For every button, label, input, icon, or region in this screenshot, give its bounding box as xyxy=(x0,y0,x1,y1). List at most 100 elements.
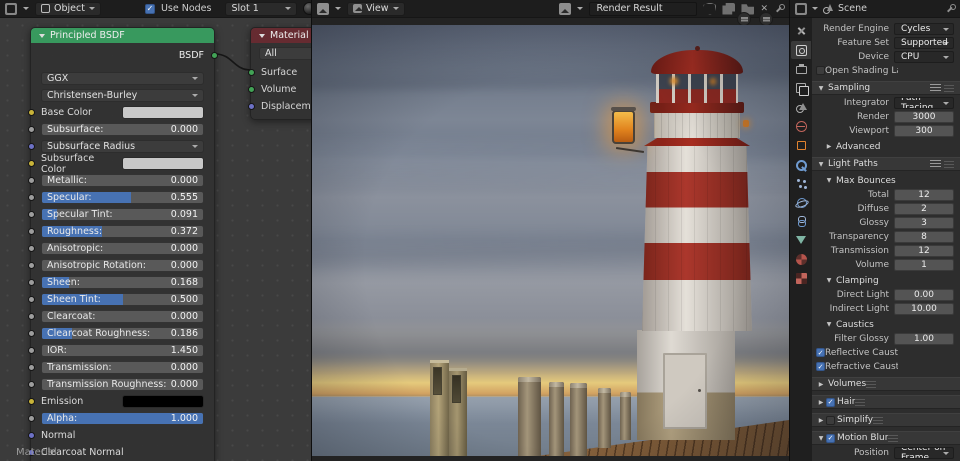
properties-row[interactable]: Open Shading Language Open Shading Langu… xyxy=(812,64,960,77)
image-datablock-icon[interactable] xyxy=(559,2,572,15)
node-input-row[interactable]: Surface xyxy=(247,66,311,79)
property-field[interactable]: Path Tracing xyxy=(894,96,954,109)
principled-bsdf-node[interactable]: Principled BSDF BSDF GGX Christensen-Bur… xyxy=(27,27,218,461)
property-field[interactable]: Supported xyxy=(894,36,954,49)
node-input-row[interactable]: Clearcoat Roughness: 0.186 Clearcoat Rou… xyxy=(27,327,204,340)
use-nodes-checkbox[interactable] xyxy=(144,3,155,14)
drag-grip-icon[interactable] xyxy=(855,398,866,406)
node-socket[interactable] xyxy=(247,69,255,76)
overlay-button[interactable] xyxy=(759,12,773,26)
properties-row[interactable]: Direct Light Direct Light 0.00 xyxy=(812,288,960,301)
node-input-row[interactable]: Roughness: 0.372 Roughness: Roughness: xyxy=(27,225,204,238)
properties-row[interactable]: Render Render 3000 xyxy=(812,110,960,123)
properties-row[interactable]: Transmission Transmission 12 xyxy=(812,244,960,257)
section-arrow-icon[interactable]: ▼ xyxy=(816,435,826,442)
property-field[interactable]: 2 xyxy=(894,202,954,215)
node-slider-field[interactable]: IOR: 1.450 xyxy=(41,344,204,357)
node-input-row[interactable]: Volume xyxy=(247,83,311,96)
node-socket[interactable] xyxy=(247,86,255,93)
node-input-row[interactable]: Specular: 0.555 Specular: Specular: xyxy=(27,191,204,204)
node-input-row[interactable]: Clearcoat Normal Clearcoat Normal Clearc… xyxy=(27,446,204,459)
property-field[interactable]: 3 xyxy=(894,216,954,229)
node-socket[interactable] xyxy=(27,296,35,303)
property-field[interactable]: 10.00 xyxy=(894,302,954,315)
node-socket[interactable] xyxy=(27,211,35,218)
properties-row[interactable]: ▶ Hair Hair xyxy=(812,395,960,409)
node-dropdown[interactable]: Subsurface Radius xyxy=(41,140,204,153)
node-slider-field[interactable]: Sheen Tint: 0.500 xyxy=(41,293,204,306)
property-field[interactable]: 12 xyxy=(894,188,954,201)
properties-row[interactable]: ▼ Sampling Sampling xyxy=(812,81,960,95)
property-field[interactable]: 12 xyxy=(894,244,954,257)
checkbox[interactable] xyxy=(816,66,825,75)
node-input-row[interactable]: Subsurface Radius Subsurface Radius Subs… xyxy=(27,140,204,153)
drag-grip-icon[interactable] xyxy=(944,160,954,168)
node-input-row[interactable]: Subsurface: 0.000 Subsurface: Subsurface… xyxy=(27,123,204,136)
node-socket[interactable] xyxy=(27,432,35,439)
node-input-row[interactable]: Displacement xyxy=(247,100,311,113)
property-field[interactable]: Cycles xyxy=(894,22,954,35)
node-input-row[interactable]: Transmission: 0.000 Transmission: Transm… xyxy=(27,361,204,374)
properties-row[interactable]: Render Engine Render Engine Cycles xyxy=(812,22,960,35)
node-socket[interactable] xyxy=(27,381,35,388)
properties-row[interactable]: Feature Set Feature Set Supported xyxy=(812,36,960,49)
editor-type-icon[interactable] xyxy=(317,2,329,15)
pin-icon[interactable] xyxy=(945,3,956,14)
properties-row[interactable]: Diffuse Diffuse 2 xyxy=(812,202,960,215)
drag-grip-icon[interactable] xyxy=(944,84,954,92)
drag-grip-icon[interactable] xyxy=(866,380,877,388)
node-input-row[interactable]: Emission Emission Emission xyxy=(27,395,204,408)
image-mode-dropdown[interactable]: View xyxy=(347,1,405,16)
section-arrow-icon[interactable]: ▼ xyxy=(816,161,826,168)
node-canvas[interactable]: Principled BSDF BSDF GGX Christensen-Bur… xyxy=(0,18,311,461)
section-arrow-icon[interactable]: ▼ xyxy=(824,321,834,328)
property-field[interactable]: 8 xyxy=(894,230,954,243)
properties-row[interactable]: Integrator Integrator Path Tracing xyxy=(812,96,960,109)
properties-row[interactable]: Viewport Viewport 300 xyxy=(812,124,960,137)
property-field[interactable]: Center on Frame xyxy=(894,446,954,459)
node-input-row[interactable]: Clearcoat: 0.000 Clearcoat: Clearcoat: xyxy=(27,310,204,323)
properties-row[interactable]: Refractive Caustics Refractive Caustics xyxy=(812,360,960,373)
node-dropdown[interactable]: GGX xyxy=(41,72,204,85)
section-arrow-icon[interactable]: ▶ xyxy=(816,399,826,406)
node-input-row[interactable]: IOR: 1.450 IOR: IOR: xyxy=(27,344,204,357)
checkbox[interactable] xyxy=(816,348,825,357)
new-image-icon[interactable] xyxy=(722,2,736,15)
properties-row[interactable]: Position Position Center on Frame xyxy=(812,446,960,459)
node-socket[interactable] xyxy=(27,143,35,150)
presets-icon[interactable] xyxy=(930,160,941,168)
section-arrow-icon[interactable]: ▼ xyxy=(824,277,834,284)
node-input-row[interactable]: Transmission Roughness: 0.000 Transmissi… xyxy=(27,378,204,391)
checkbox[interactable] xyxy=(826,397,835,407)
color-swatch[interactable] xyxy=(122,395,204,408)
node-socket[interactable] xyxy=(27,313,35,320)
node-socket[interactable] xyxy=(247,103,255,110)
properties-row[interactable]: ▼ Clamping Clamping xyxy=(812,274,960,287)
node-socket[interactable] xyxy=(27,126,35,133)
material-output-node[interactable]: Material Output All Surface Volume xyxy=(247,27,311,120)
properties-row[interactable]: ▶ Advanced Advanced xyxy=(812,140,960,153)
property-field[interactable]: 1 xyxy=(894,258,954,271)
section-arrow-icon[interactable]: ▶ xyxy=(816,417,826,424)
editor-type-icon[interactable] xyxy=(5,2,17,15)
properties-row[interactable]: ▶ Volumes Volumes xyxy=(812,377,960,391)
node-socket[interactable] xyxy=(27,228,35,235)
node-socket[interactable] xyxy=(27,279,35,286)
node-input-row[interactable]: Christensen-Burley Christensen-Burley Ch… xyxy=(41,89,204,102)
node-slider-field[interactable]: Specular Tint: 0.091 xyxy=(41,208,204,221)
properties-row[interactable]: Volume Volume 1 xyxy=(812,258,960,271)
node-dropdown[interactable]: Christensen-Burley xyxy=(41,89,204,102)
node-input-row[interactable]: Base Color Base Color Base Color xyxy=(27,106,204,119)
node-socket[interactable] xyxy=(27,398,35,405)
node-slider-field[interactable]: Subsurface: 0.000 xyxy=(41,123,204,136)
shading-mode-dropdown[interactable]: Object xyxy=(35,1,101,16)
rendered-image[interactable] xyxy=(312,25,789,456)
slot-dropdown[interactable]: Slot 1 xyxy=(225,1,298,16)
properties-row[interactable]: Device Device CPU xyxy=(812,50,960,63)
bsdf-output-socket[interactable] xyxy=(210,52,218,59)
node-socket[interactable] xyxy=(27,347,35,354)
color-swatch[interactable] xyxy=(122,157,204,170)
node-input-row[interactable]: Alpha: 1.000 Alpha: Alpha: xyxy=(27,412,204,425)
property-field[interactable]: 3000 xyxy=(894,110,954,123)
output-target-dropdown[interactable]: All xyxy=(259,47,311,60)
